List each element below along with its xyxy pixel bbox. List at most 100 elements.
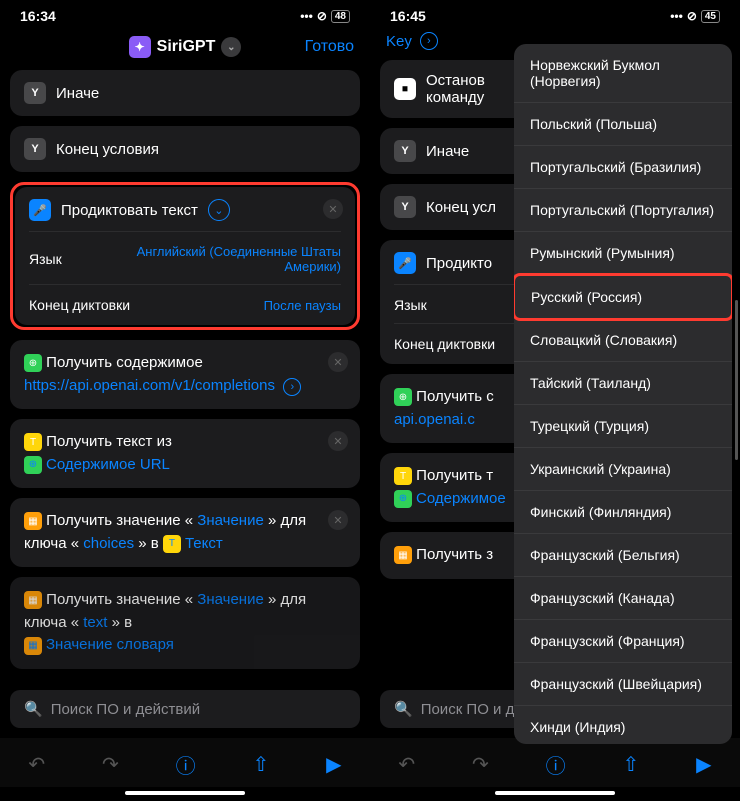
bottom-toolbar: ↶ ↷ ⓘ ⇧ ▶ — [370, 738, 740, 787]
text-icon: T — [24, 433, 42, 451]
language-option[interactable]: Португальский (Португалия) — [514, 189, 732, 232]
info-icon[interactable]: ⓘ — [546, 750, 566, 779]
text: Получить содержимое — [46, 354, 203, 371]
search-icon: 🔍 — [394, 700, 413, 718]
card-get-value-2[interactable]: ▦ Получить значение « Значение » для клю… — [10, 577, 360, 669]
language-option[interactable]: Словацкий (Словакия) — [514, 319, 732, 362]
status-icons: ••• ⊘ 45 — [670, 9, 720, 23]
key-label: Key — [386, 33, 412, 50]
title-text: SiriGPT — [157, 38, 216, 56]
text: Получить текст из — [46, 433, 172, 450]
row-end-dictation[interactable]: Конец диктовки После паузы — [29, 284, 341, 313]
highlight-annotation: Русский (Россия) — [514, 273, 732, 321]
chip-label[interactable]: Содержимое URL — [46, 454, 170, 477]
card-dictate[interactable]: 🎤 Продиктовать текст ⌄ ✕ Язык Английский… — [15, 187, 355, 325]
screen-right: 16:45 ••• ⊘ 45 Key › ⏹ Останов команду Y… — [370, 0, 740, 801]
branch-icon: Y — [24, 138, 46, 160]
language-option[interactable]: Тайский (Таиланд) — [514, 362, 732, 405]
language-option[interactable]: Финский (Финляндия) — [514, 491, 732, 534]
header: ✦ SiriGPT ⌄ Готово — [0, 28, 370, 70]
play-icon[interactable]: ▶ — [696, 752, 711, 777]
card-get-text[interactable]: T Получить текст из ⊕ Содержимое URL ✕ — [10, 419, 360, 488]
card-get-value-1[interactable]: ▦ Получить значение « Значение » для клю… — [10, 498, 360, 567]
lang-label: Язык — [29, 251, 62, 267]
language-option[interactable]: Французский (Швейцария) — [514, 663, 732, 706]
search-placeholder: Поиск ПО и действий — [51, 701, 200, 718]
language-option[interactable]: Румынский (Румыния) — [514, 232, 732, 275]
collapse-icon[interactable]: ⌄ — [208, 199, 230, 221]
search-bar[interactable]: 🔍 Поиск ПО и действий — [10, 690, 360, 728]
card-else[interactable]: Y Иначе — [10, 70, 360, 116]
redo-icon[interactable]: ↷ — [102, 752, 119, 777]
language-dropdown[interactable]: Норвежский Букмол (Норвегия)Польский (По… — [514, 44, 732, 744]
branch-icon: Y — [394, 140, 416, 162]
content-area: Y Иначе Y Конец условия 🎤 Продиктовать т… — [0, 70, 370, 680]
web-icon: ⊕ — [24, 354, 42, 372]
language-option[interactable]: Норвежский Букмол (Норвегия) — [514, 44, 732, 103]
language-option[interactable]: Французский (Бельгия) — [514, 534, 732, 577]
bottom-toolbar: ↶ ↷ ⓘ ⇧ ▶ — [0, 738, 370, 787]
battery-icon: 48 — [331, 10, 350, 23]
status-icons: ••• ⊘ 48 — [300, 9, 350, 23]
web-icon: ⊕ — [394, 490, 412, 508]
card-title: Иначе — [56, 85, 99, 102]
status-bar: 16:45 ••• ⊘ 45 — [370, 0, 740, 28]
language-option[interactable]: Португальский (Бразилия) — [514, 146, 732, 189]
scrollbar[interactable] — [735, 300, 738, 460]
search-icon: 🔍 — [24, 700, 43, 718]
dict-icon: ▦ — [24, 512, 42, 530]
text-icon: T — [394, 467, 412, 485]
status-bar: 16:34 ••• ⊘ 48 — [0, 0, 370, 28]
dict-icon: ▦ — [394, 546, 412, 564]
web-icon: ⊕ — [24, 456, 42, 474]
battery-icon: 45 — [701, 10, 720, 23]
language-option[interactable]: Русский (Россия) — [515, 276, 731, 318]
home-indicator[interactable] — [125, 791, 245, 795]
text-icon: T — [163, 535, 181, 553]
status-time: 16:45 — [390, 8, 426, 24]
link-icon: ⊘ — [687, 9, 697, 23]
info-icon[interactable]: ⓘ — [176, 750, 196, 779]
app-title[interactable]: ✦ SiriGPT ⌄ — [129, 36, 242, 58]
redo-icon[interactable]: ↷ — [472, 752, 489, 777]
home-indicator[interactable] — [495, 791, 615, 795]
end-label: Конец диктовки — [29, 297, 130, 313]
done-button[interactable]: Готово — [305, 38, 354, 56]
card-title: Продиктовать текст — [61, 202, 198, 219]
status-time: 16:34 — [20, 8, 56, 24]
lang-value: Английский (Соединенные Штаты Америки) — [91, 244, 341, 274]
link-icon: ⊘ — [317, 9, 327, 23]
language-option[interactable]: Французский (Канада) — [514, 577, 732, 620]
undo-icon[interactable]: ↶ — [398, 752, 415, 777]
language-option[interactable]: Турецкий (Турция) — [514, 405, 732, 448]
play-icon[interactable]: ▶ — [326, 752, 341, 777]
close-icon[interactable]: ✕ — [328, 431, 348, 451]
url-link[interactable]: https://api.openai.com/v1/completions — [24, 377, 275, 394]
branch-icon: Y — [24, 82, 46, 104]
chevron-down-icon[interactable]: ⌄ — [221, 37, 241, 57]
card-endif[interactable]: Y Конец условия — [10, 126, 360, 172]
dict-icon: ▦ — [24, 591, 42, 609]
share-icon[interactable]: ⇧ — [623, 752, 640, 777]
dict-icon: ▦ — [24, 637, 42, 655]
branch-icon: Y — [394, 196, 416, 218]
end-value: После паузы — [264, 298, 341, 313]
card-get-content[interactable]: ⊕ Получить содержимое https://api.openai… — [10, 340, 360, 409]
close-icon[interactable]: ✕ — [323, 199, 343, 219]
web-icon: ⊕ — [394, 388, 412, 406]
share-icon[interactable]: ⇧ — [253, 752, 270, 777]
language-option[interactable]: Украинский (Украина) — [514, 448, 732, 491]
signal-icon: ••• — [300, 9, 313, 23]
close-icon[interactable]: ✕ — [328, 352, 348, 372]
language-option[interactable]: Французский (Франция) — [514, 620, 732, 663]
row-language[interactable]: Язык Английский (Соединенные Штаты Амери… — [29, 231, 341, 274]
card-title: Конец условия — [56, 141, 159, 158]
app-icon: ✦ — [129, 36, 151, 58]
signal-icon: ••• — [670, 9, 683, 23]
screen-left: 16:34 ••• ⊘ 48 ✦ SiriGPT ⌄ Готово Y Инач… — [0, 0, 370, 801]
language-option[interactable]: Хинди (Индия) — [514, 706, 732, 744]
language-option[interactable]: Польский (Польша) — [514, 103, 732, 146]
chevron-right-icon[interactable]: › — [420, 32, 438, 50]
chevron-right-icon[interactable]: › — [283, 378, 301, 396]
undo-icon[interactable]: ↶ — [28, 752, 45, 777]
